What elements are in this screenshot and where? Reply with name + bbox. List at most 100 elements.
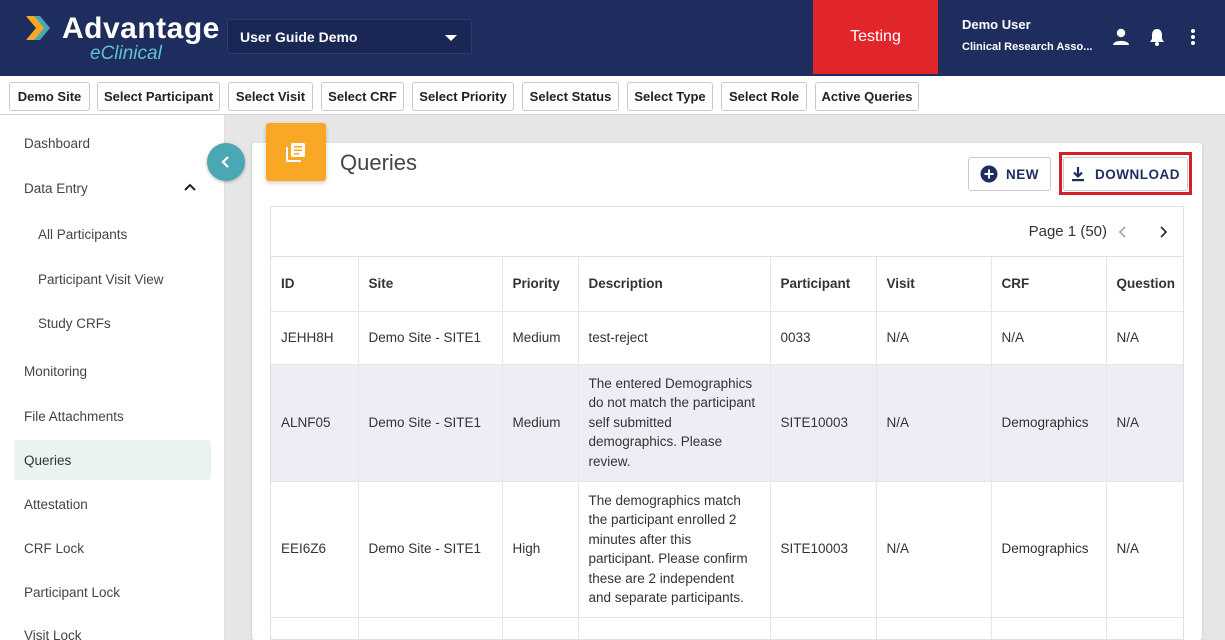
column-header[interactable]: Question — [1106, 257, 1183, 312]
app-header: Advantage eClinical User Guide Demo Test… — [0, 0, 1225, 74]
chevron-left-icon — [221, 156, 229, 168]
column-header[interactable]: CRF — [991, 257, 1107, 312]
study-select[interactable]: User Guide Demo — [227, 19, 472, 54]
queries-card-icon — [266, 123, 326, 181]
sidebar-item-label: Participant Visit View — [38, 271, 164, 287]
table-cell: N/A — [876, 481, 992, 618]
sidebar-item-label: Data Entry — [24, 180, 88, 196]
sidebar-item-participant-lock[interactable]: Participant Lock — [14, 572, 211, 612]
table-cell: Demo Site - SITE1 — [358, 311, 503, 365]
sidebar-item-label: Study CRFs — [38, 315, 111, 331]
sidebar-item-label: Visit Lock — [24, 627, 82, 640]
sidebar-item-label: Queries — [24, 452, 72, 468]
column-header[interactable]: Participant — [770, 257, 877, 312]
sidebar-item-queries[interactable]: Queries — [14, 440, 211, 480]
filter-visit[interactable]: Select Visit — [228, 82, 313, 111]
table-cell — [358, 617, 503, 639]
filter-crf[interactable]: Select CRF — [321, 82, 404, 111]
sidebar-item-attestation[interactable]: Attestation — [14, 484, 211, 524]
add-circle-icon — [980, 165, 998, 183]
filter-type[interactable]: Select Type — [627, 82, 713, 111]
download-button[interactable]: DOWNLOAD — [1063, 157, 1188, 191]
sidebar-item-monitoring[interactable]: Monitoring — [14, 351, 211, 391]
table-cell: Medium — [502, 311, 579, 365]
environment-badge: Testing — [813, 0, 938, 74]
chevron-up-icon — [184, 183, 196, 191]
table-cell: Demo Site - SITE1 — [358, 364, 503, 482]
table-row[interactable]: JEHH8H Demo Site - SITE1 Medium test-rej… — [271, 311, 1183, 365]
more-vert-icon[interactable] — [1182, 26, 1204, 48]
sidebar-item-visit-lock[interactable]: Visit Lock — [14, 615, 211, 640]
sidebar-item-label: Attestation — [24, 496, 88, 512]
table-cell — [502, 617, 579, 639]
column-header[interactable]: ID — [271, 257, 359, 312]
sidebar-item-crf-lock[interactable]: CRF Lock — [14, 528, 211, 568]
table-cell: High — [502, 481, 579, 618]
sidebar-item-label: Monitoring — [24, 363, 88, 379]
page-title: Queries — [340, 150, 418, 175]
table-cell: ALNF05 — [271, 364, 359, 482]
sidebar: Dashboard Data Entry All Participants Pa… — [0, 115, 225, 640]
download-icon — [1072, 167, 1084, 182]
bell-icon[interactable] — [1146, 26, 1168, 48]
filter-site[interactable]: Demo Site — [9, 82, 90, 111]
page-indicator: Page 1 (50) — [1028, 223, 1107, 240]
prev-page-icon[interactable] — [1113, 222, 1133, 242]
logo-chevron-icon — [26, 16, 50, 40]
new-button-label: NEW — [1006, 166, 1039, 182]
sidebar-item-participant-visit-view[interactable]: Participant Visit View — [14, 259, 211, 299]
table-cell: 0033 — [770, 311, 877, 365]
table-cell — [1106, 617, 1183, 639]
table-cell: N/A — [991, 311, 1107, 365]
filter-active-queries[interactable]: Active Queries — [815, 82, 919, 111]
table-cell: SITE10003 — [770, 481, 877, 618]
library-books-icon — [286, 143, 305, 162]
table-cell: N/A — [1106, 311, 1183, 365]
sidebar-item-label: Participant Lock — [24, 584, 121, 600]
table-cell: N/A — [876, 311, 992, 365]
table-cell — [770, 617, 877, 639]
table-cell: Demographics — [991, 364, 1107, 482]
table-cell: Medium — [502, 364, 579, 482]
table-cell: N/A — [876, 364, 992, 482]
filter-priority[interactable]: Select Priority — [412, 82, 514, 111]
table-header-row: ID Site Priority Description Participant… — [271, 257, 1183, 312]
column-header[interactable]: Description — [578, 257, 771, 312]
sidebar-item-file-attachments[interactable]: File Attachments — [14, 396, 211, 436]
table-cell: N/A — [1106, 481, 1183, 618]
table-row[interactable]: EEI6Z6 Demo Site - SITE1 High The demogr… — [271, 481, 1183, 618]
column-header[interactable]: Priority — [502, 257, 579, 312]
caret-down-icon — [445, 35, 457, 41]
table-cell: The entered Demographics do not match th… — [578, 364, 771, 482]
table-cell: Demo Site - SITE1 — [358, 481, 503, 618]
new-query-button[interactable]: NEW — [968, 157, 1051, 191]
column-header[interactable]: Visit — [876, 257, 992, 312]
table-cell: test-reject — [578, 311, 771, 365]
sidebar-item-label: File Attachments — [24, 408, 124, 424]
pagination: Page 1 (50) — [271, 207, 1183, 257]
user-name: Demo User — [962, 17, 1031, 32]
filter-bar: Demo Site Select Participant Select Visi… — [0, 74, 1225, 115]
app-logo[interactable]: Advantage eClinical — [24, 12, 219, 64]
table-cell: SITE10003 — [770, 364, 877, 482]
person-icon[interactable] — [1110, 26, 1132, 48]
sidebar-item-label: Dashboard — [24, 135, 91, 151]
table-cell — [991, 617, 1107, 639]
filter-participant[interactable]: Select Participant — [97, 82, 220, 111]
next-page-icon[interactable] — [1153, 222, 1173, 242]
sidebar-collapse-button[interactable] — [207, 143, 245, 181]
sidebar-item-dashboard[interactable]: Dashboard — [14, 123, 211, 163]
sidebar-item-data-entry[interactable]: Data Entry — [14, 168, 211, 208]
table-row[interactable] — [271, 617, 1183, 639]
sidebar-item-all-participants[interactable]: All Participants — [14, 214, 211, 254]
table-row[interactable]: ALNF05 Demo Site - SITE1 Medium The ente… — [271, 364, 1183, 482]
sidebar-item-study-crfs[interactable]: Study CRFs — [14, 303, 211, 343]
column-header[interactable]: Site — [358, 257, 503, 312]
sidebar-item-label: All Participants — [38, 226, 128, 242]
table-cell — [578, 617, 771, 639]
queries-table: Page 1 (50) ID Site Priority Description… — [270, 206, 1184, 640]
filter-status[interactable]: Select Status — [522, 82, 619, 111]
logo-subtext: eClinical — [90, 43, 162, 64]
filter-role[interactable]: Select Role — [721, 82, 807, 111]
study-select-value: User Guide Demo — [240, 29, 358, 45]
